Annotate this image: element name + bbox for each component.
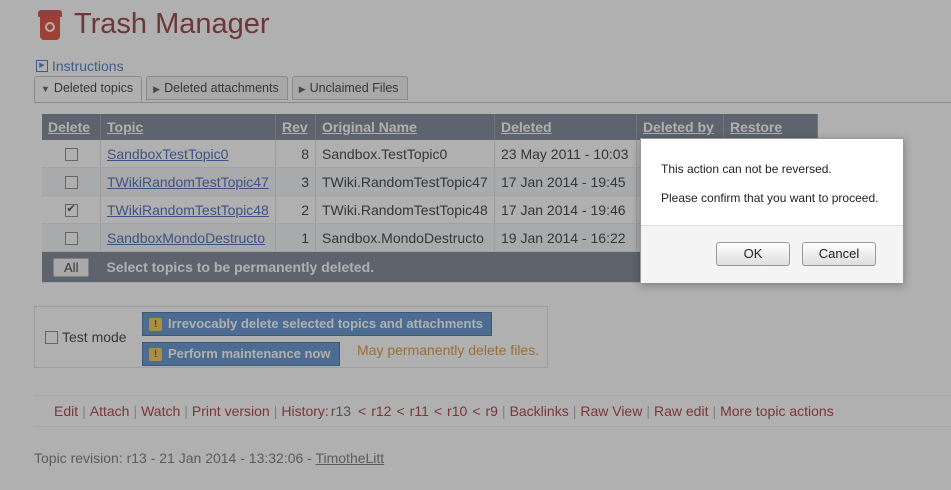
- dialog-footer: OK Cancel: [641, 225, 903, 283]
- cancel-button[interactable]: Cancel: [802, 242, 876, 266]
- dialog-message: Please confirm that you want to proceed.: [661, 191, 879, 205]
- dialog-body: This action can not be reversed. Please …: [641, 139, 903, 225]
- confirm-dialog: This action can not be reversed. Please …: [640, 138, 904, 283]
- dialog-message: This action can not be reversed.: [661, 162, 832, 176]
- ok-button[interactable]: OK: [716, 242, 790, 266]
